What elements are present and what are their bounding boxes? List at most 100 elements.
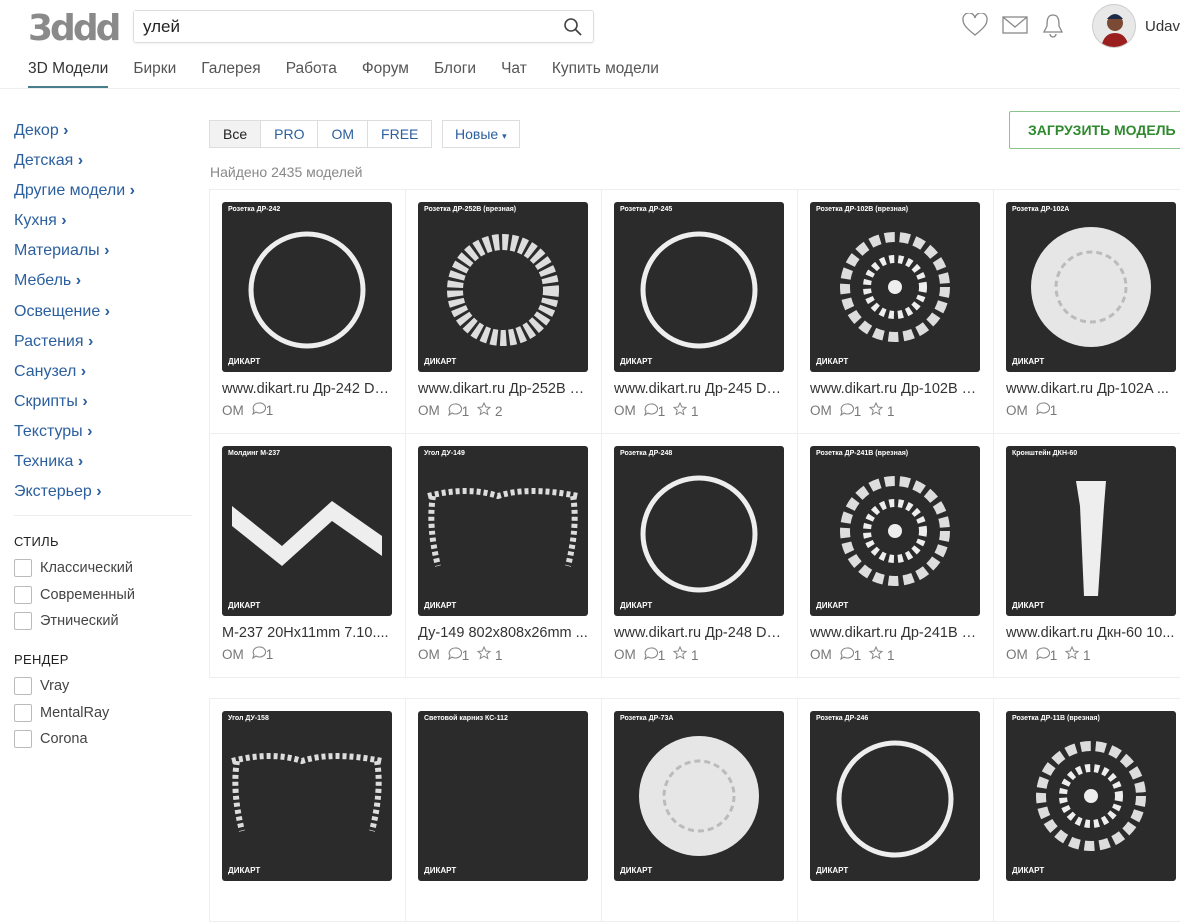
model-thumbnail[interactable]: Розетка ДР-252В (врезная) ДИКАРТ xyxy=(418,202,588,372)
mail-icon[interactable] xyxy=(1002,15,1028,40)
nav-tab[interactable]: Галерея xyxy=(201,60,260,88)
model-thumbnail[interactable]: Розетка ДР-102В (врезная) ДИКАРТ xyxy=(810,202,980,372)
sidebar-category[interactable]: Экстерьер xyxy=(14,481,192,511)
nav-tab[interactable]: Работа xyxy=(286,60,337,88)
sidebar-category[interactable]: Материалы xyxy=(14,240,192,270)
model-title[interactable]: www.dikart.ru Др-241B D... xyxy=(810,625,982,641)
model-card[interactable]: Розетка ДР-248 ДИКАРТ www.dikart.ru Др-248… xyxy=(601,433,798,678)
search-input[interactable] xyxy=(134,11,534,42)
model-card[interactable]: Розетка ДР-241В (врезная) ДИКАРТ www.dikar… xyxy=(797,433,994,678)
model-title[interactable]: www.dikart.ru Дкн-60 10... xyxy=(1006,625,1178,641)
model-title[interactable]: www.dikart.ru Др-252B D... xyxy=(418,381,590,397)
heart-icon[interactable] xyxy=(962,12,988,42)
model-card[interactable]: Молдинг М-237 ДИКАРТ M-237 20Hx11mm 7.10..… xyxy=(209,433,406,678)
model-card[interactable]: Розетка ДР-102В (врезная) ДИКАРТ www.dikar… xyxy=(797,189,994,434)
sidebar-category[interactable]: Растения xyxy=(14,331,192,361)
model-title[interactable]: www.dikart.ru Др-102B D... xyxy=(810,381,982,397)
model-thumbnail[interactable]: Молдинг М-237 ДИКАРТ xyxy=(222,446,392,616)
username[interactable]: Udav3 xyxy=(1145,18,1180,35)
nav-tab[interactable]: Бирки xyxy=(133,60,176,88)
sidebar-category[interactable]: Кухня xyxy=(14,210,192,240)
nav-tab[interactable]: Блоги xyxy=(434,60,476,88)
bell-icon[interactable] xyxy=(1042,12,1064,43)
model-title[interactable]: www.dikart.ru Др-248 D1... xyxy=(614,625,786,641)
model-title[interactable]: M-237 20Hx11mm 7.10.... xyxy=(222,625,394,641)
checkbox-icon[interactable] xyxy=(14,729,32,748)
sidebar-category[interactable]: Детская xyxy=(14,150,192,180)
sidebar-category[interactable]: Освещение xyxy=(14,301,192,331)
model-card[interactable]: Розетка ДР-245 ДИКАРТ www.dikart.ru Др-245… xyxy=(601,189,798,434)
style-checkbox[interactable]: Современный xyxy=(14,582,192,608)
model-meta: OM 1 1 xyxy=(810,645,981,663)
sidebar-category[interactable]: Мебель xyxy=(14,270,192,300)
model-card[interactable]: Розетка ДР-252В (врезная) ДИКАРТ www.dikar… xyxy=(405,189,602,434)
model-card[interactable]: Розетка ДР-73А ДИКАРТ xyxy=(601,698,798,922)
thumbnail-label: Световой карниз КС-112 xyxy=(424,715,508,722)
checkbox-icon[interactable] xyxy=(14,559,32,578)
search-box[interactable] xyxy=(133,10,594,43)
model-card[interactable]: Угол ДУ-149 ДИКАРТ Ду-149 802x808x26mm ...… xyxy=(405,433,602,678)
render-checkbox[interactable]: MentalRay xyxy=(14,699,192,725)
model-thumbnail[interactable]: Розетка ДР-73А ДИКАРТ xyxy=(614,711,784,881)
filter-button[interactable]: Все xyxy=(209,120,262,148)
checkbox-icon[interactable] xyxy=(14,611,32,630)
model-thumbnail[interactable]: Розетка ДР-242 ДИКАРТ xyxy=(222,202,392,372)
avatar[interactable] xyxy=(1092,4,1136,48)
model-card[interactable]: Розетка ДР-242 ДИКАРТ www.dikart.ru Др-242… xyxy=(209,189,406,434)
model-card[interactable]: Кронштейн ДКН-60 ДИКАРТ www.dikart.ru Дкн-… xyxy=(993,433,1180,678)
nav-tab[interactable]: Купить модели xyxy=(552,60,659,88)
brand-logo: ДИКАРТ xyxy=(424,866,457,875)
model-thumbnail[interactable]: Световой карниз КС-112 ДИКАРТ xyxy=(418,711,588,881)
model-thumbnail[interactable]: Угол ДУ-158 ДИКАРТ xyxy=(222,711,392,881)
filter-button[interactable]: FREE xyxy=(367,120,433,148)
model-thumbnail[interactable]: Розетка ДР-11В (врезная) ДИКАРТ xyxy=(1006,711,1176,881)
star-icon xyxy=(1065,645,1080,660)
sidebar-category[interactable]: Другие модели xyxy=(14,180,192,210)
checkbox-icon[interactable] xyxy=(14,703,32,722)
model-title[interactable]: Ду-149 802x808x26mm ... xyxy=(418,625,590,641)
thumbnail-label: Розетка ДР-252В (врезная) xyxy=(424,206,517,213)
model-card[interactable]: Световой карниз КС-112 ДИКАРТ xyxy=(405,698,602,922)
checkbox-icon[interactable] xyxy=(14,585,32,604)
search-icon[interactable] xyxy=(563,17,583,42)
sidebar-category[interactable]: Скрипты xyxy=(14,391,192,421)
sidebar-category[interactable]: Санузел xyxy=(14,361,192,391)
model-title[interactable]: www.dikart.ru Др-245 D5... xyxy=(614,381,786,397)
upload-model-button[interactable]: ЗАГРУЗИТЬ МОДЕЛЬ xyxy=(1009,111,1180,149)
model-title[interactable]: www.dikart.ru Др-242 D1... xyxy=(222,381,394,397)
model-card[interactable]: Розетка ДР-11В (врезная) ДИКАРТ xyxy=(993,698,1180,922)
render-checkbox[interactable]: Vray xyxy=(14,673,192,699)
sidebar-category[interactable]: Текстуры xyxy=(14,421,192,451)
nav-tab[interactable]: Форум xyxy=(362,60,409,88)
checkbox-icon[interactable] xyxy=(14,677,32,696)
model-preview-art xyxy=(248,231,366,349)
style-title: СТИЛЬ xyxy=(14,534,59,550)
comments: 1 xyxy=(839,646,861,663)
model-thumbnail[interactable]: Розетка ДР-241В (врезная) ДИКАРТ xyxy=(810,446,980,616)
star-count: 1 xyxy=(887,648,895,663)
model-thumbnail[interactable]: Угол ДУ-149 ДИКАРТ xyxy=(418,446,588,616)
model-card[interactable]: Угол ДУ-158 ДИКАРТ xyxy=(209,698,406,922)
sidebar-category[interactable]: Декор xyxy=(14,120,192,150)
render-checkbox[interactable]: Corona xyxy=(14,726,192,752)
nav-tab[interactable]: 3D Модели xyxy=(28,60,109,88)
model-card[interactable]: Розетка ДР-246 ДИКАРТ xyxy=(797,698,994,922)
site-logo[interactable]: 3ddd xyxy=(28,8,121,49)
model-thumbnail[interactable]: Розетка ДР-245 ДИКАРТ xyxy=(614,202,784,372)
checkbox-label: Классический xyxy=(40,560,133,577)
sort-dropdown[interactable]: Новые ▾ xyxy=(442,120,520,148)
sidebar-category[interactable]: Техника xyxy=(14,451,192,481)
model-thumbnail[interactable]: Розетка ДР-248 ДИКАРТ xyxy=(614,446,784,616)
model-card[interactable]: Розетка ДР-102А ДИКАРТ www.dikart.ru Др-10… xyxy=(993,189,1180,434)
model-thumbnail[interactable]: Розетка ДР-246 ДИКАРТ xyxy=(810,711,980,881)
filter-button[interactable]: PRO xyxy=(260,120,319,148)
model-title[interactable]: www.dikart.ru Др-102A ... xyxy=(1006,381,1178,397)
nav-tab[interactable]: Чат xyxy=(501,60,527,88)
style-checkbox[interactable]: Классический xyxy=(14,555,192,581)
style-checkbox[interactable]: Этнический xyxy=(14,608,192,634)
license-type: OM xyxy=(1006,647,1028,662)
filter-button[interactable]: OM xyxy=(317,120,369,148)
model-thumbnail[interactable]: Кронштейн ДКН-60 ДИКАРТ xyxy=(1006,446,1176,616)
model-preview-art xyxy=(231,753,383,832)
model-thumbnail[interactable]: Розетка ДР-102А ДИКАРТ xyxy=(1006,202,1176,372)
